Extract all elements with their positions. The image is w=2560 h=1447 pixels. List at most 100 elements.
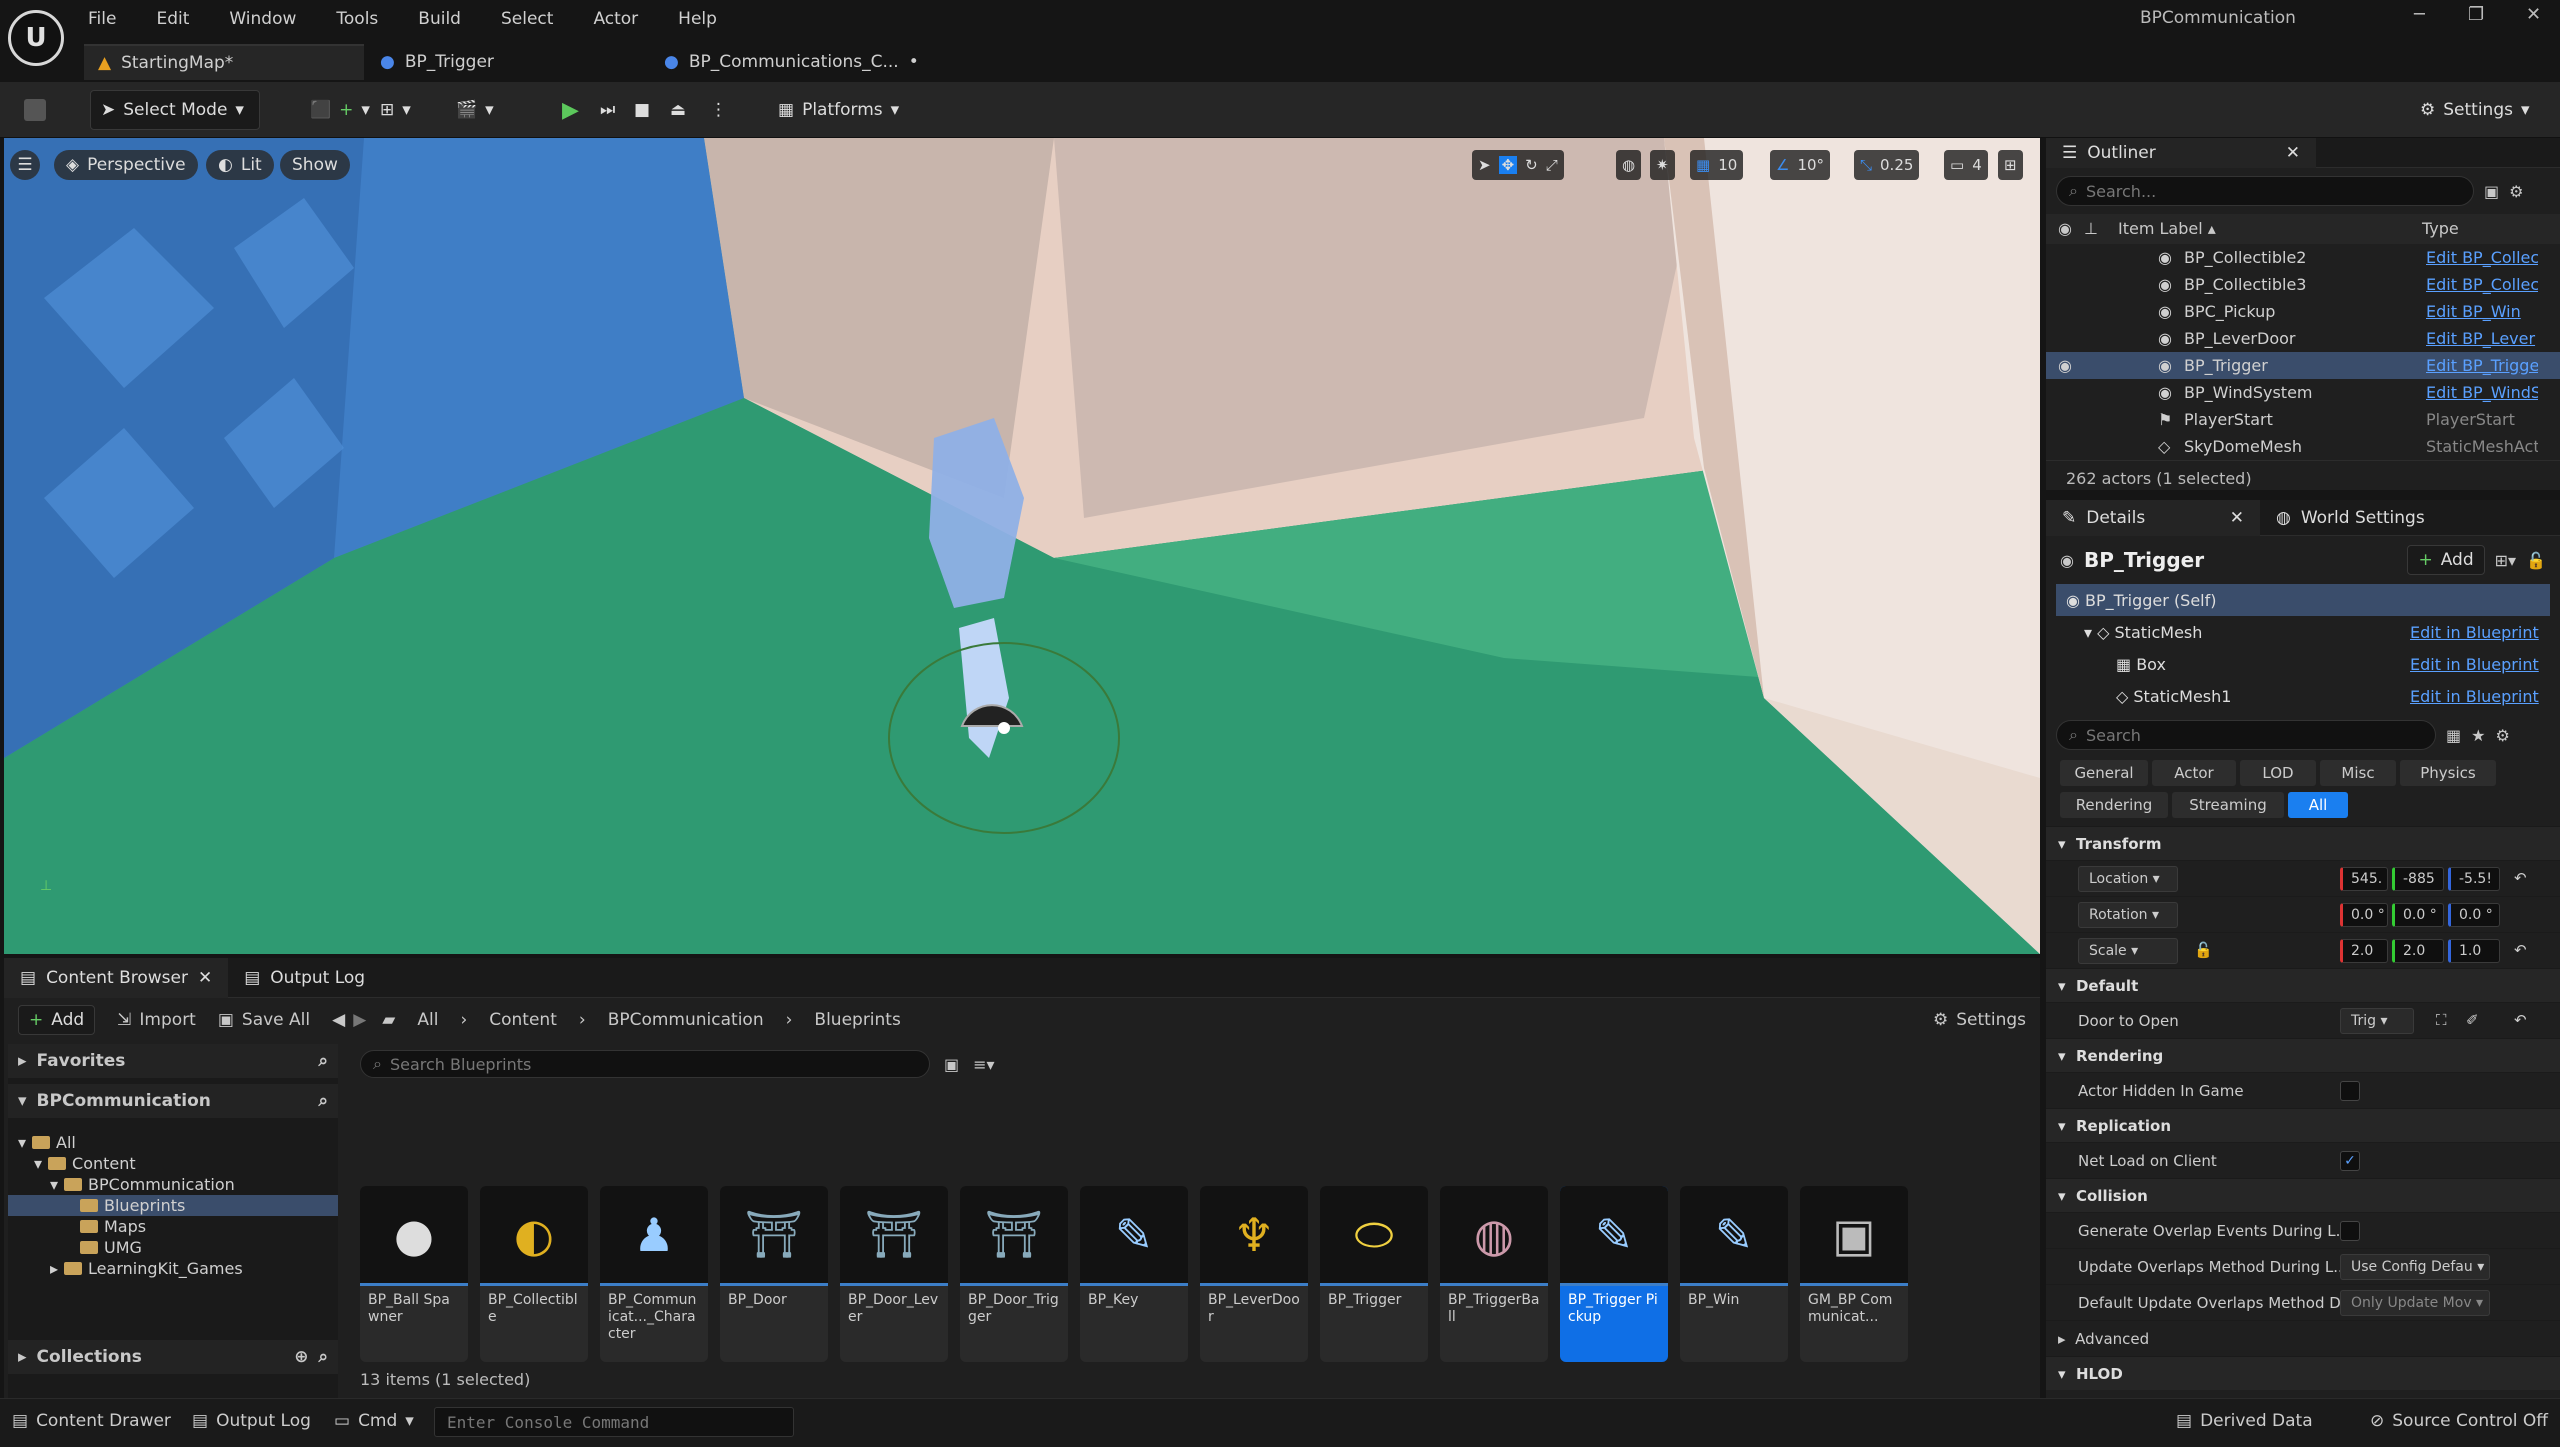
breadcrumb-all[interactable]: All bbox=[417, 1010, 438, 1030]
scale-dropdown[interactable]: Scale ▾ bbox=[2078, 938, 2178, 964]
asset-tile[interactable]: ✎ BP_Key bbox=[1080, 1186, 1188, 1362]
menu-help[interactable]: Help bbox=[678, 9, 717, 29]
tree-item-all[interactable]: ▾ All bbox=[18, 1132, 76, 1153]
unreal-logo-icon[interactable]: U bbox=[8, 10, 64, 66]
menu-actor[interactable]: Actor bbox=[593, 9, 638, 29]
gear-icon[interactable]: ⚙ bbox=[2495, 726, 2509, 745]
asset-tile[interactable]: ▣ GM_BP Communicat... bbox=[1800, 1186, 1908, 1362]
viewport-menu-icon[interactable]: ☰ bbox=[10, 150, 40, 180]
output-log-button[interactable]: ▤ Output Log bbox=[192, 1411, 311, 1431]
outliner-row[interactable]: ◉ BPC_Pickup Edit BP_Win bbox=[2046, 298, 2560, 325]
filter-general[interactable]: General bbox=[2060, 760, 2148, 786]
asset-tile[interactable]: ● BP_Ball Spawner bbox=[360, 1186, 468, 1362]
grid-snap-button[interactable]: ▦ 10 bbox=[1690, 150, 1744, 180]
outliner-row[interactable]: ◉ BP_Collectible3 Edit BP_Collec bbox=[2046, 271, 2560, 298]
search-icon[interactable]: ⌕ bbox=[318, 1051, 328, 1071]
play-icon[interactable]: ▶ bbox=[552, 90, 589, 130]
asset-tile[interactable]: ♆ BP_LeverDoor bbox=[1200, 1186, 1308, 1362]
console-input[interactable]: Enter Console Command bbox=[434, 1407, 794, 1437]
outliner-row-selected[interactable]: ◉ ◉ BP_Trigger Edit BP_Trigge bbox=[2046, 352, 2560, 379]
camera-speed-button[interactable]: ▭ 4 bbox=[1944, 150, 1988, 180]
asset-tile[interactable]: ◐ BP_Collectible bbox=[480, 1186, 588, 1362]
visibility-icon[interactable]: ◉ bbox=[2058, 219, 2072, 238]
folder-icon[interactable]: ▰ bbox=[382, 1010, 395, 1030]
close-window-icon[interactable]: ✕ bbox=[2526, 4, 2541, 25]
outliner-row[interactable]: ◉ BP_LeverDoor Edit BP_Lever bbox=[2046, 325, 2560, 352]
edit-in-blueprint-link[interactable]: Edit in Blueprint bbox=[2410, 623, 2539, 642]
minimize-icon[interactable]: ─ bbox=[2414, 4, 2425, 25]
lit-button[interactable]: ◐ Lit bbox=[206, 150, 274, 180]
row-type-link[interactable]: Edit BP_WindS bbox=[2426, 383, 2538, 402]
row-type-link[interactable]: Edit BP_Win bbox=[2426, 302, 2538, 321]
location-x-field[interactable]: 545. bbox=[2340, 867, 2388, 891]
filter-lod[interactable]: LOD bbox=[2240, 760, 2316, 786]
tree-item-learningkit[interactable]: ▸ LearningKit_Games bbox=[50, 1258, 243, 1279]
edit-in-blueprint-link[interactable]: Edit in Blueprint bbox=[2410, 655, 2539, 674]
select-mode-dropdown[interactable]: ➤ Select Mode ▾ bbox=[90, 90, 260, 130]
asset-tile[interactable]: ✎ BP_Win bbox=[1680, 1186, 1788, 1362]
restore-icon[interactable]: ❐ bbox=[2468, 4, 2484, 25]
table-view-icon[interactable]: ▦ bbox=[2446, 726, 2461, 745]
filter-all[interactable]: All bbox=[2288, 792, 2348, 818]
rotation-snap-button[interactable]: ∠ 10° bbox=[1770, 150, 1831, 180]
breadcrumb-bpcommunication[interactable]: BPCommunication bbox=[608, 1010, 764, 1030]
save-search-icon[interactable]: ▣ bbox=[944, 1055, 959, 1074]
more-options-icon[interactable]: ⋮ bbox=[700, 90, 737, 130]
tree-item-umg[interactable]: UMG bbox=[80, 1237, 142, 1258]
search-icon[interactable]: ⌕ bbox=[318, 1091, 328, 1111]
project-header[interactable]: ▾ BPCommunication ⌕ bbox=[8, 1084, 338, 1118]
asset-tile[interactable]: ⬭ BP_Trigger bbox=[1320, 1186, 1428, 1362]
eject-icon[interactable]: ⏏ bbox=[660, 90, 696, 130]
outliner-row[interactable]: ◉ BP_WindSystem Edit BP_WindS bbox=[2046, 379, 2560, 406]
back-icon[interactable]: ◀ bbox=[332, 1010, 345, 1030]
rotation-x-field[interactable]: 0.0 ° bbox=[2340, 903, 2388, 927]
scale-tool-icon[interactable]: ⤢ bbox=[1546, 156, 1558, 174]
settings-dropdown[interactable]: ⚙ Settings ▾ bbox=[2410, 90, 2540, 130]
scale-y-field[interactable]: 2.0 bbox=[2392, 939, 2444, 963]
tab-details[interactable]: ✎ Details ✕ bbox=[2046, 499, 2260, 536]
default-update-overlaps-dropdown[interactable]: Only Update Mov ▾ bbox=[2340, 1290, 2490, 1316]
section-hlod[interactable]: ▾ HLOD bbox=[2046, 1356, 2560, 1390]
rotate-tool-icon[interactable]: ↻ bbox=[1525, 156, 1538, 174]
door-to-open-dropdown[interactable]: Trig ▾ bbox=[2340, 1008, 2414, 1034]
row-type-link[interactable]: Edit BP_Collec bbox=[2426, 248, 2538, 267]
lock-icon[interactable]: 🔓 bbox=[2194, 941, 2213, 959]
cb-settings-button[interactable]: ⚙ Settings bbox=[1933, 1010, 2026, 1030]
section-replication[interactable]: ▾ Replication bbox=[2046, 1108, 2560, 1142]
save-all-button[interactable]: ▣ Save All bbox=[218, 1010, 310, 1030]
search-icon[interactable]: ⌕ bbox=[318, 1347, 328, 1367]
asset-tile[interactable]: ⛩ BP_Door_Lever bbox=[840, 1186, 948, 1362]
favorites-header[interactable]: ▸ Favorites ⌕ bbox=[8, 1044, 338, 1078]
menu-window[interactable]: Window bbox=[229, 9, 296, 29]
add-button[interactable]: + Add bbox=[18, 1005, 96, 1035]
blueprint-options-icon[interactable]: ⊞▾ bbox=[2495, 551, 2516, 570]
section-rendering[interactable]: ▾ Rendering bbox=[2046, 1038, 2560, 1072]
tree-item-maps[interactable]: Maps bbox=[80, 1216, 146, 1237]
rotation-z-field[interactable]: 0.0 ° bbox=[2448, 903, 2500, 927]
derived-data-button[interactable]: ▤ Derived Data bbox=[2176, 1411, 2313, 1431]
tree-item-blueprints[interactable]: Blueprints bbox=[8, 1195, 338, 1216]
maximize-viewport-icon[interactable]: ⊞ bbox=[1998, 150, 2023, 180]
scale-z-field[interactable]: 1.0 bbox=[2448, 939, 2500, 963]
perspective-button[interactable]: ◈ Perspective bbox=[54, 150, 198, 180]
filter-actor[interactable]: Actor bbox=[2152, 760, 2236, 786]
cinematics-button[interactable]: 🎬 ▾ bbox=[446, 90, 504, 130]
rotation-y-field[interactable]: 0.0 ° bbox=[2392, 903, 2444, 927]
outliner-row[interactable]: ◉ BP_Collectible2 Edit BP_Collec bbox=[2046, 244, 2560, 271]
collections-header[interactable]: ▸ Collections ⊕ ⌕ bbox=[8, 1340, 338, 1374]
menu-file[interactable]: File bbox=[88, 9, 116, 29]
add-collection-icon[interactable]: ⊕ bbox=[294, 1347, 308, 1367]
filter-streaming[interactable]: Streaming bbox=[2172, 792, 2284, 818]
level-viewport[interactable]: ☰ ◈ Perspective ◐ Lit Show ➤ ✥ ↻ ⤢ ◍ ✷ ▦ 10… bbox=[4, 138, 2040, 954]
world-local-icon[interactable]: ◍ bbox=[1616, 150, 1642, 180]
section-collision[interactable]: ▾ Collision bbox=[2046, 1178, 2560, 1212]
asset-tile[interactable]: ◍ BP_TriggerBall bbox=[1440, 1186, 1548, 1362]
forward-icon[interactable]: ▶ bbox=[353, 1010, 366, 1030]
blueprint-menu-button[interactable]: ⊞ ▾ bbox=[370, 90, 421, 130]
update-overlaps-dropdown[interactable]: Use Config Defau ▾ bbox=[2340, 1254, 2490, 1280]
row-type-link[interactable]: Edit BP_Collec bbox=[2426, 275, 2538, 294]
stop-icon[interactable]: ■ bbox=[624, 90, 660, 130]
visibility-icon[interactable]: ◉ bbox=[2058, 356, 2072, 375]
filter-misc[interactable]: Misc bbox=[2320, 760, 2396, 786]
close-icon[interactable]: ✕ bbox=[2286, 143, 2300, 163]
